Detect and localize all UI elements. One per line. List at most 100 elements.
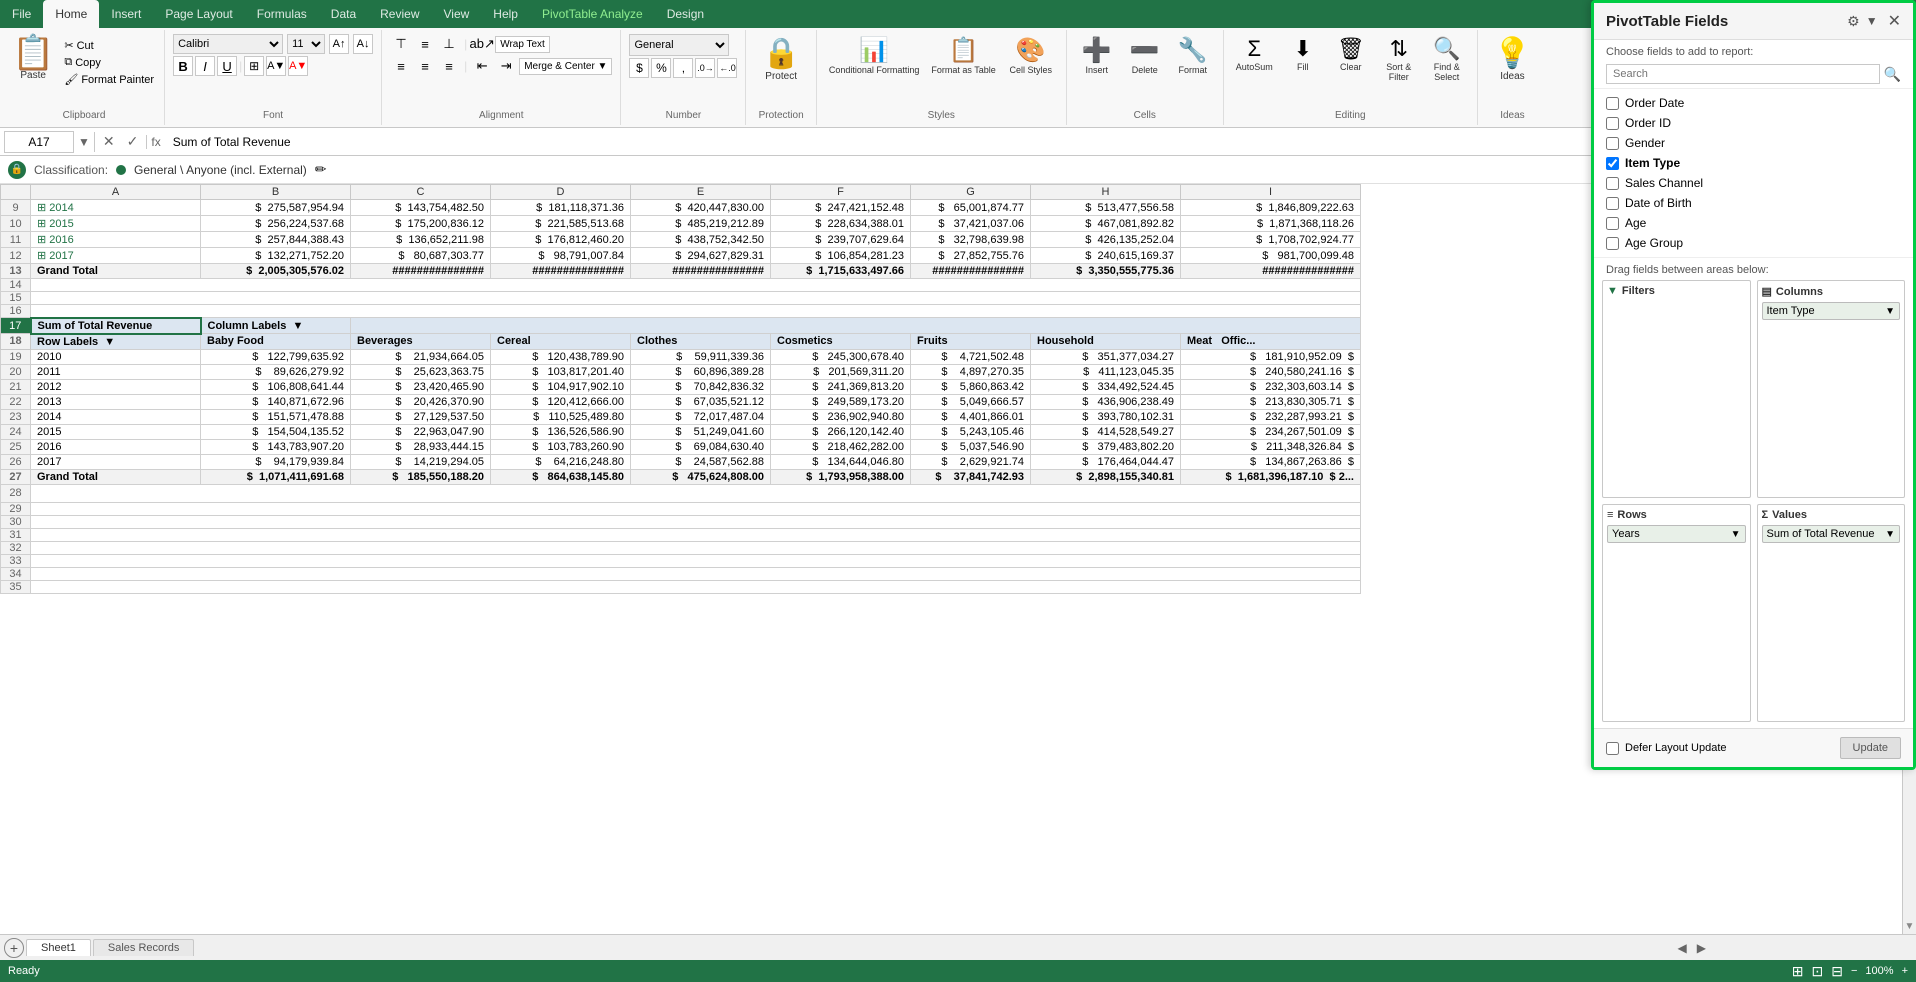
pivot-field-item-dateofbirth[interactable]: Date of Birth [1606, 193, 1901, 213]
col-header-g[interactable]: G [911, 185, 1031, 200]
pivot-field-checkbox-agegroup[interactable] [1606, 237, 1619, 250]
cell[interactable]: $ 64,216,248.80 [491, 454, 631, 469]
cell[interactable]: $ 104,917,902.10 [491, 379, 631, 394]
pivot-field-checkbox-gender[interactable] [1606, 137, 1619, 150]
page-break-view-button[interactable]: ⊟ [1831, 963, 1843, 980]
cell[interactable]: $ 236,902,940.80 [771, 409, 911, 424]
cell[interactable]: $ 27,129,537.50 [351, 409, 491, 424]
cell[interactable]: $ 247,421,152.48 [771, 200, 911, 216]
orientation-button[interactable]: ab↗ [471, 34, 493, 54]
cell[interactable]: $ 24,587,562.88 [631, 454, 771, 469]
cell[interactable]: $ 864,638,145.80 [491, 469, 631, 484]
pivot-close-button[interactable]: ✕ [1888, 11, 1901, 31]
cell[interactable]: ############### [911, 264, 1031, 279]
align-right-button[interactable]: ≡ [438, 56, 460, 76]
selected-cell[interactable]: Sum of Total Revenue [31, 318, 201, 334]
merge-center-button[interactable]: Merge & Center ▼ [519, 58, 612, 75]
cell[interactable]: 2016 [31, 439, 201, 454]
align-bottom-button[interactable]: ⊥ [438, 34, 460, 54]
cell[interactable]: $ 181,910,952.09 $ [1181, 349, 1361, 364]
fill-color-button[interactable]: A▼ [266, 56, 286, 76]
cell[interactable]: $ 221,585,513.68 [491, 216, 631, 232]
cell[interactable]: $ 23,420,465.90 [351, 379, 491, 394]
cell[interactable]: $ 241,369,813.20 [771, 379, 911, 394]
font-name-select[interactable]: Calibri [173, 34, 283, 54]
cell[interactable]: $ 201,569,311.20 [771, 364, 911, 379]
cell[interactable]: $ 245,300,678.40 [771, 349, 911, 364]
cell[interactable]: $ 436,906,238.49 [1031, 394, 1181, 409]
bold-button[interactable]: B [173, 56, 193, 76]
insert-function-button[interactable]: fx [146, 135, 164, 149]
copy-button[interactable]: ⧉ Copy [62, 55, 156, 70]
col-header-f[interactable]: F [771, 185, 911, 200]
pivot-values-chip-revenue[interactable]: Sum of Total Revenue ▼ [1762, 525, 1901, 543]
col-header-c[interactable]: C [351, 185, 491, 200]
ribbon-tab-review[interactable]: Review [368, 0, 431, 28]
cell[interactable]: $ 5,243,105.46 [911, 424, 1031, 439]
edit-classification-button[interactable]: ✏ [315, 161, 327, 178]
font-size-select[interactable]: 11 [287, 34, 325, 54]
cut-button[interactable]: ✂ Cut [62, 38, 156, 53]
ribbon-tab-home[interactable]: Home [43, 0, 99, 28]
ribbon-tab-view[interactable]: View [432, 0, 482, 28]
cell[interactable]: $ 122,799,635.92 [201, 349, 351, 364]
cell[interactable]: $ 334,492,524.45 [1031, 379, 1181, 394]
cell[interactable]: $ 213,830,305.71 $ [1181, 394, 1361, 409]
cell[interactable]: ############### [631, 264, 771, 279]
insert-cells-button[interactable]: ➕ Insert [1075, 34, 1119, 77]
align-center-button[interactable]: ≡ [414, 56, 436, 76]
cell[interactable]: $ 98,791,007.84 [491, 248, 631, 264]
pivot-col-header[interactable]: Clothes [631, 334, 771, 350]
col-header-a[interactable]: A [31, 185, 201, 200]
format-cells-button[interactable]: 🔧 Format [1171, 34, 1215, 77]
cell[interactable]: $ 27,852,755.76 [911, 248, 1031, 264]
fill-button[interactable]: ⬇ Fill [1281, 34, 1325, 74]
ribbon-tab-pagelayout[interactable]: Page Layout [153, 0, 244, 28]
col-header-h[interactable]: H [1031, 185, 1181, 200]
cell[interactable]: $ 393,780,102.31 [1031, 409, 1181, 424]
cell[interactable]: $ 22,963,047.90 [351, 424, 491, 439]
cell[interactable]: $ 234,267,501.09 $ [1181, 424, 1361, 439]
cell[interactable]: $ 475,624,808.00 [631, 469, 771, 484]
cell[interactable]: $ 134,644,046.80 [771, 454, 911, 469]
cell[interactable]: $ 134,867,263.86 $ [1181, 454, 1361, 469]
add-sheet-button[interactable]: + [4, 938, 24, 958]
cell-styles-button[interactable]: 🎨 Cell Styles [1004, 34, 1058, 77]
ideas-button[interactable]: 💡 Ideas [1486, 34, 1539, 84]
cell[interactable]: Column Labels ▼ [201, 318, 351, 334]
cell[interactable]: $ 1,071,411,691.68 [201, 469, 351, 484]
cell[interactable]: ############### [1181, 264, 1361, 279]
cell[interactable]: $ 2,005,305,576.02 [201, 264, 351, 279]
comma-button[interactable]: , [673, 58, 693, 78]
cell[interactable]: $ 59,911,339.36 [631, 349, 771, 364]
cell[interactable]: $ 1,871,368,118.26 [1181, 216, 1361, 232]
ribbon-tab-design[interactable]: Design [655, 0, 716, 28]
col-header-d[interactable]: D [491, 185, 631, 200]
sheet-tab-sales-records[interactable]: Sales Records [93, 939, 195, 956]
cell[interactable]: $ 411,123,045.35 [1031, 364, 1181, 379]
cell[interactable]: $ 4,721,502.48 [911, 349, 1031, 364]
pivot-columns-chip-itemtype[interactable]: Item Type ▼ [1762, 302, 1901, 320]
increase-font-button[interactable]: A↑ [329, 34, 349, 54]
cell[interactable]: Grand Total [31, 469, 201, 484]
cell[interactable]: $ 136,526,586.90 [491, 424, 631, 439]
cell[interactable]: $ 981,700,099.48 [1181, 248, 1361, 264]
cell[interactable]: $ 5,860,863.42 [911, 379, 1031, 394]
cell[interactable]: $ 21,934,664.05 [351, 349, 491, 364]
paste-button[interactable]: 📋 Paste [8, 34, 58, 83]
zoom-out-button[interactable]: − [1851, 965, 1857, 977]
scroll-right-button[interactable]: ▶ [1693, 939, 1710, 957]
cell[interactable]: $ 1,846,809,222.63 [1181, 200, 1361, 216]
cell[interactable]: $ 426,135,252.04 [1031, 232, 1181, 248]
sheet-tab-sheet1[interactable]: Sheet1 [26, 939, 91, 956]
cell[interactable]: $ 5,049,666.57 [911, 394, 1031, 409]
cell[interactable]: $ 1,681,396,187.10 $ 2... [1181, 469, 1361, 484]
cell[interactable] [351, 318, 1361, 334]
pivot-field-item-orderid[interactable]: Order ID [1606, 113, 1901, 133]
format-painter-button[interactable]: 🖌 Format Painter [62, 72, 156, 87]
cell[interactable]: $ 351,377,034.27 [1031, 349, 1181, 364]
wrap-text-button[interactable]: Wrap Text [495, 36, 550, 53]
pivot-field-checkbox-dateofbirth[interactable] [1606, 197, 1619, 210]
cell[interactable]: $ 240,580,241.16 $ [1181, 364, 1361, 379]
conditional-formatting-button[interactable]: 📊 Conditional Formatting [825, 34, 924, 77]
